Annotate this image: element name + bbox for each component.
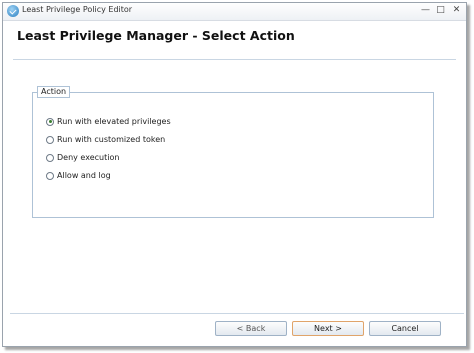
option-label: Deny execution — [57, 153, 120, 162]
action-group-legend: Action — [37, 86, 71, 98]
window-title: Least Privilege Policy Editor — [22, 5, 133, 14]
option-run-elevated[interactable]: Run with elevated privileges — [46, 116, 171, 127]
radio-run-customized-token[interactable] — [46, 135, 54, 144]
option-label: Run with customized token — [57, 135, 166, 144]
footer-divider — [10, 313, 464, 314]
app-icon — [7, 5, 19, 17]
option-label: Run with elevated privileges — [57, 117, 171, 126]
page-title: Least Privilege Manager - Select Action — [17, 28, 295, 43]
radio-run-elevated[interactable] — [46, 117, 54, 126]
cancel-button[interactable]: Cancel — [369, 321, 441, 336]
radio-allow-and-log[interactable] — [46, 171, 54, 180]
option-allow-and-log[interactable]: Allow and log — [46, 170, 111, 181]
minimize-icon[interactable]: — — [419, 4, 432, 17]
next-button[interactable]: Next > — [292, 321, 364, 336]
option-deny-execution[interactable]: Deny execution — [46, 152, 119, 163]
option-label: Allow and log — [57, 171, 111, 180]
title-bar[interactable]: Least Privilege Policy Editor — □ ✕ — [3, 3, 466, 21]
maximize-icon[interactable]: □ — [434, 4, 447, 17]
back-button[interactable]: < Back — [215, 321, 287, 336]
header-divider — [13, 59, 456, 60]
option-run-customized-token[interactable]: Run with customized token — [46, 134, 165, 145]
radio-deny-execution[interactable] — [46, 153, 54, 162]
close-icon[interactable]: ✕ — [450, 4, 463, 17]
